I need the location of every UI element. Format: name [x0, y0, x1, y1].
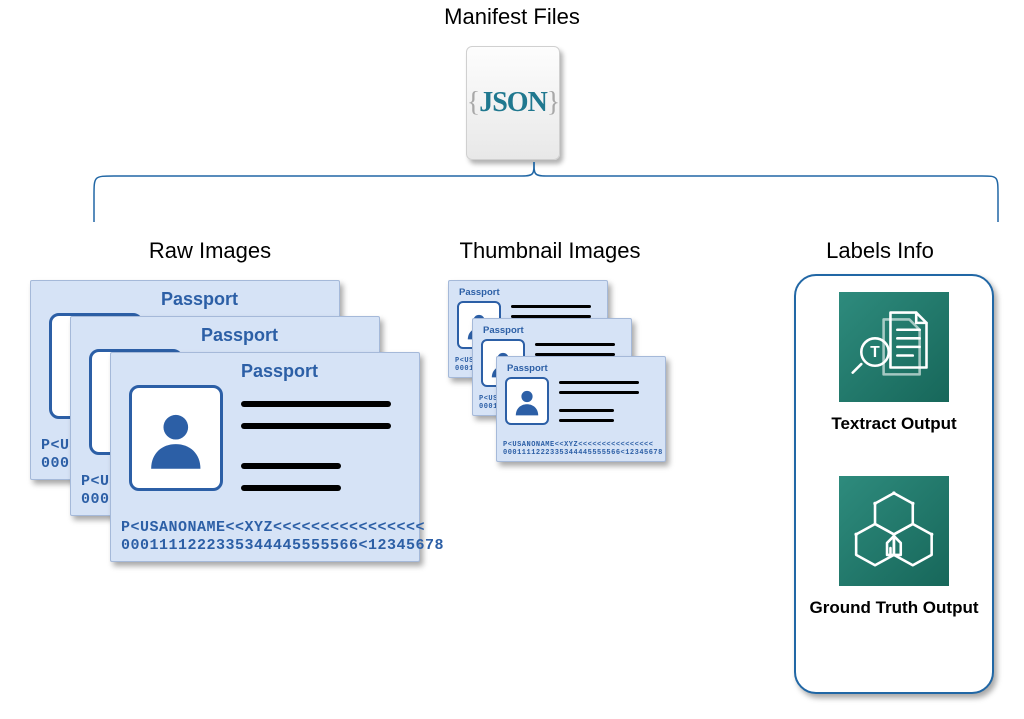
text-line — [559, 409, 614, 412]
svg-text:T: T — [870, 344, 880, 361]
labels-panel: T Textract Output Ground Truth Output — [794, 274, 994, 694]
passport-label: Passport — [161, 289, 238, 310]
text-line — [241, 423, 391, 429]
person-icon — [129, 385, 223, 491]
passport-label: Passport — [483, 325, 524, 336]
mrz-lines: P<USANONAME<<XYZ<<<<<<<<<<<<<<<< 0001111… — [497, 441, 665, 457]
text-line — [559, 381, 639, 384]
text-line — [559, 391, 639, 394]
ground-truth-caption: Ground Truth Output — [809, 598, 978, 618]
page-title: Manifest Files — [0, 4, 1024, 30]
json-text: JSON — [479, 87, 547, 118]
text-line — [511, 305, 591, 308]
passport-label: Passport — [201, 325, 278, 346]
text-line — [535, 343, 615, 346]
ground-truth-icon — [839, 476, 949, 586]
right-brace: } — [547, 87, 559, 118]
text-line — [241, 463, 341, 469]
passport-label: Passport — [241, 361, 318, 382]
section-labels-info: Labels Info — [780, 238, 980, 264]
textract-icon: T — [839, 292, 949, 402]
passport-card: Passport P<USANONAME<<XYZ<<<<<<<<<<<<<<<… — [110, 352, 420, 562]
text-line — [241, 401, 391, 407]
text-line — [559, 419, 614, 422]
textract-caption: Textract Output — [831, 414, 956, 434]
bracket-connector — [86, 162, 1006, 232]
passport-label: Passport — [507, 363, 548, 374]
section-thumbnail-images: Thumbnail Images — [420, 238, 680, 264]
person-icon — [505, 377, 549, 425]
section-raw-images: Raw Images — [80, 238, 340, 264]
passport-label: Passport — [459, 287, 500, 298]
left-brace: { — [467, 87, 479, 118]
mrz-lines: P<USANONAME<<XYZ<<<<<<<<<<<<<<<< 0001111… — [111, 519, 419, 555]
text-line — [241, 485, 341, 491]
json-file-icon: {JSON} — [466, 46, 560, 160]
passport-thumbnail: Passport P<USANONAME<<XYZ<<<<<<<<<<<<<<<… — [496, 356, 666, 462]
